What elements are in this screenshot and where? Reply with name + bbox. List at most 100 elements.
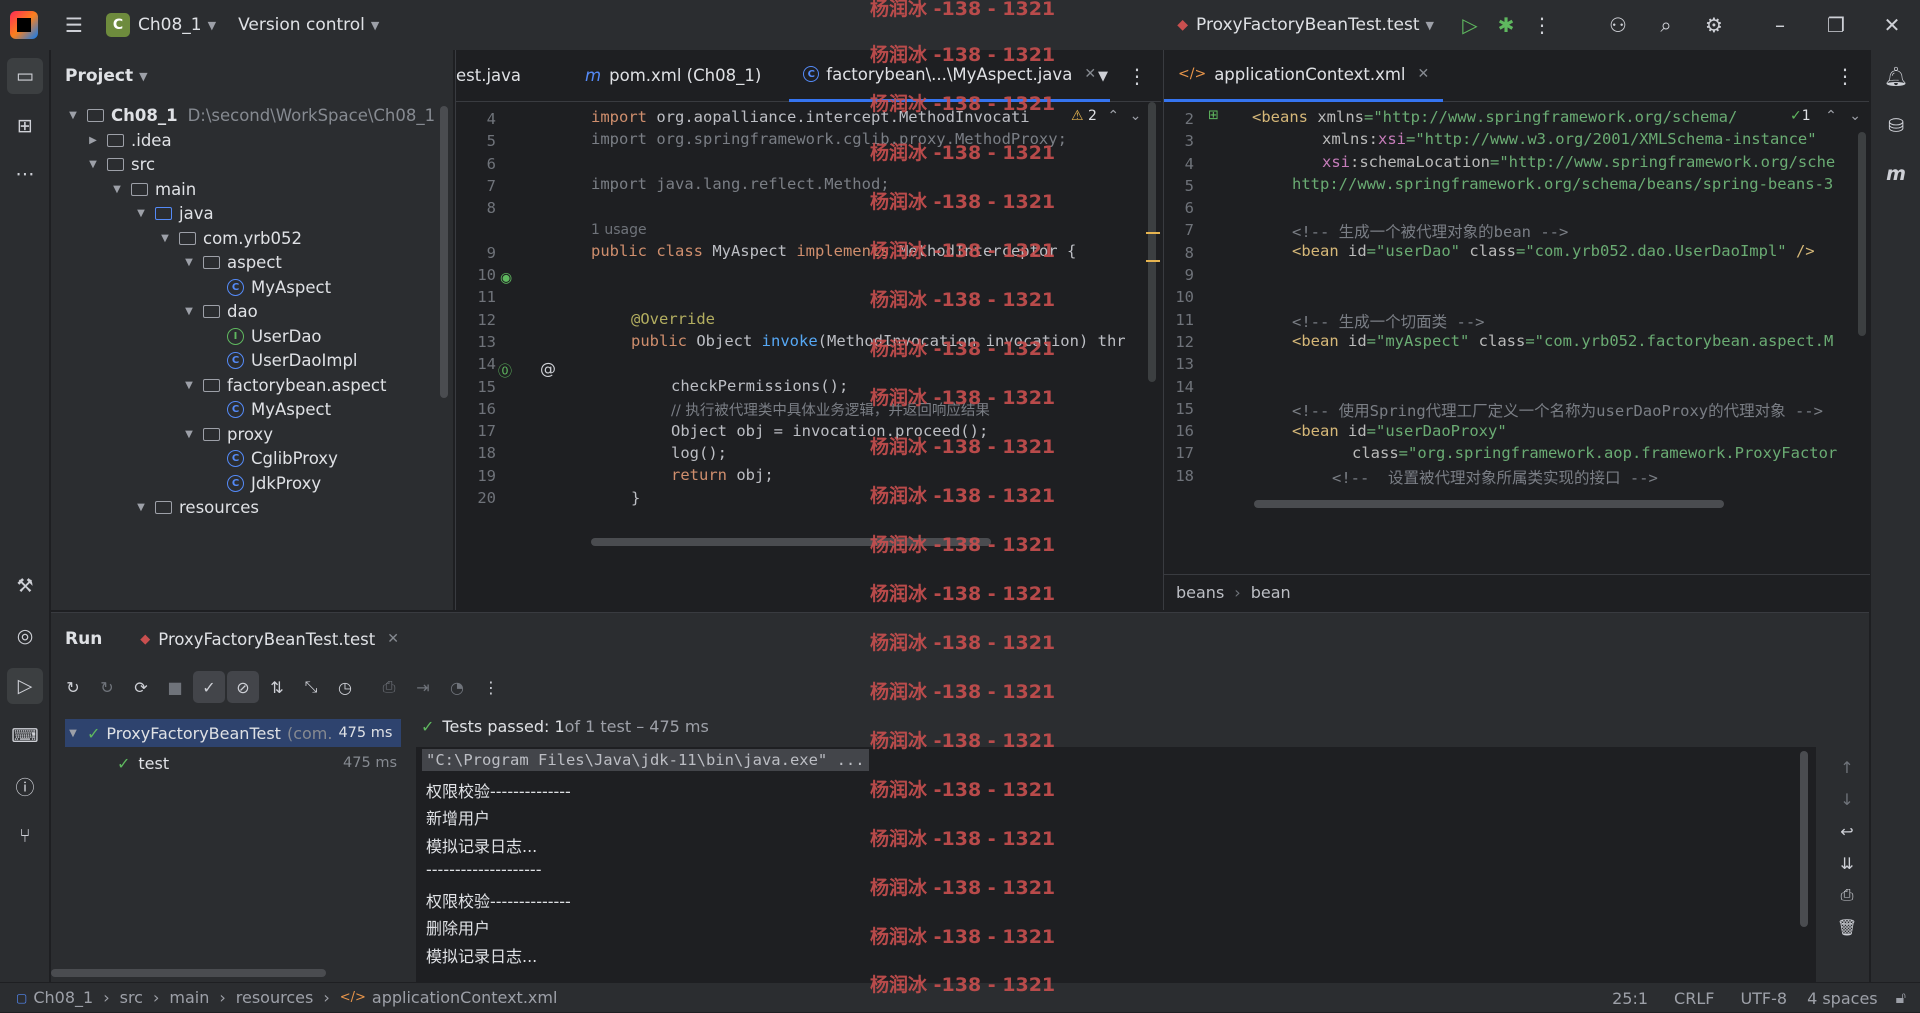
rerun-icon[interactable]: ↻ xyxy=(57,671,89,703)
editor-options-icon[interactable]: ⋮ xyxy=(1119,58,1155,94)
chevron-down-icon[interactable]: ▼ xyxy=(181,306,197,317)
chevron-down-icon[interactable]: ▼ xyxy=(181,257,197,268)
inspection-widget[interactable]: ✓1 ⌃ ⌄ xyxy=(1784,108,1862,124)
chevron-down-icon[interactable]: ▼ xyxy=(65,110,81,121)
database-icon[interactable]: ⛁ xyxy=(1878,108,1914,144)
caret-position[interactable]: 25:1 xyxy=(1612,989,1648,1008)
breadcrumb-item[interactable]: beans xyxy=(1176,583,1224,602)
more-icon[interactable]: ⋮ xyxy=(475,671,507,703)
toggle-auto-test-icon[interactable]: ⟳ xyxy=(125,671,157,703)
notifications-icon[interactable]: 🔔︎ xyxy=(1878,58,1914,94)
scroll-to-end-icon[interactable]: ⇊ xyxy=(1831,847,1863,879)
editor-right-hscrollbar[interactable] xyxy=(1254,500,1724,508)
editor-left-vscrollbar[interactable] xyxy=(1148,102,1156,382)
stop-icon[interactable]: ■ xyxy=(159,671,191,703)
indent-setting[interactable]: 4 spaces xyxy=(1807,989,1878,1008)
chevron-down-icon[interactable]: ⌄ xyxy=(1130,108,1142,124)
trash-icon[interactable]: 🗑︎ xyxy=(1831,911,1863,943)
run-tool-icon[interactable]: ▷ xyxy=(7,668,43,704)
status-crumb[interactable]: main xyxy=(169,988,209,1007)
console-line-command[interactable]: "C:\Program Files\Java\jdk-11\bin\java.e… xyxy=(422,749,869,771)
chevron-down-icon[interactable]: ▼ xyxy=(133,208,149,219)
terminal-tool-icon[interactable]: ⌨ xyxy=(7,718,43,754)
test-tree-root[interactable]: ▼ ✓ ProxyFactoryBeanTest (com. 475 ms xyxy=(65,719,401,747)
chevron-up-icon[interactable]: ⌃ xyxy=(1107,108,1119,124)
tab-test-java[interactable]: est.java xyxy=(456,50,535,102)
override-gutter-icon[interactable]: ⓪ xyxy=(498,361,512,381)
history-icon[interactable]: ◷ xyxy=(329,671,361,703)
run-config-selector[interactable]: ◆ ProxyFactoryBeanTest.test ▼ xyxy=(1169,9,1442,41)
maven-icon[interactable]: m xyxy=(1878,156,1914,192)
rerun-failed-icon[interactable]: ↻ xyxy=(91,671,123,703)
editor-options-icon[interactable]: ⋮ xyxy=(1827,58,1863,94)
lock-icon[interactable]: 🔓︎ xyxy=(1896,988,1906,1008)
warning-marker[interactable] xyxy=(1146,232,1160,234)
chevron-down-icon[interactable]: ▼ xyxy=(65,728,81,739)
main-menu-icon[interactable]: ☰ xyxy=(56,7,92,43)
import-icon[interactable]: ⇥ xyxy=(407,671,439,703)
debug-icon[interactable]: ✱ xyxy=(1488,7,1524,43)
build-tool-icon[interactable]: ⚒ xyxy=(7,568,43,604)
services-tool-icon[interactable]: ◎ xyxy=(7,618,43,654)
project-tool-icon[interactable]: ▭ xyxy=(7,58,43,94)
tab-myaspect-java[interactable]: Cfactorybean\...\MyAspect.java ✕ xyxy=(789,50,1111,102)
editor-right-body[interactable]: 2 3 4 5 6 7 8 9 10 11 12 13 14 15 16 17 … xyxy=(1164,102,1870,558)
scroll-down-icon[interactable]: ↓ xyxy=(1831,783,1863,815)
add-user-icon[interactable]: ⚇ xyxy=(1600,7,1636,43)
collapse-icon[interactable]: ⤡ xyxy=(295,671,327,703)
git-tool-icon[interactable]: ⑂ xyxy=(7,818,43,854)
inspection-widget[interactable]: ⚠ 2 ⌃ ⌄ xyxy=(1071,108,1141,124)
close-tab-icon[interactable]: ✕ xyxy=(1418,66,1430,82)
vcs-menu[interactable]: Version control ▼ xyxy=(230,9,387,41)
structure-tool-icon[interactable]: ⊞ xyxy=(7,108,43,144)
warning-marker[interactable] xyxy=(1146,260,1160,262)
project-scrollbar[interactable] xyxy=(440,106,448,398)
coverage-icon[interactable]: ◔ xyxy=(441,671,473,703)
annotation-gutter-icon[interactable]: @ xyxy=(540,359,556,378)
project-switcher[interactable]: C Ch08_1 ▼ xyxy=(98,9,224,41)
problems-tool-icon[interactable]: ⓘ xyxy=(7,768,43,804)
editor-right-vscrollbar[interactable] xyxy=(1858,132,1866,336)
console-vscrollbar[interactable] xyxy=(1800,751,1808,927)
restore-icon[interactable]: ❐ xyxy=(1808,7,1864,43)
app-logo-icon[interactable] xyxy=(10,11,38,39)
run-icon[interactable]: ▷ xyxy=(1452,7,1488,43)
implement-gutter-icon[interactable]: ◉ xyxy=(500,270,512,286)
sort-icon[interactable]: ⇅ xyxy=(261,671,293,703)
chevron-down-icon[interactable]: ▼ xyxy=(181,429,197,440)
editor-left-body[interactable]: 4 5 6 7 8 9 10 11 12 13 14 15 16 17 18 1… xyxy=(456,102,1162,610)
tab-list-icon[interactable]: ▼ xyxy=(1085,58,1121,94)
status-crumb[interactable]: resources xyxy=(236,988,314,1007)
editor-left-hscrollbar[interactable] xyxy=(591,538,991,546)
chevron-down-icon[interactable]: ▼ xyxy=(133,502,149,513)
chevron-down-icon[interactable]: ▼ xyxy=(85,159,101,170)
run-panel-title[interactable]: Run xyxy=(65,629,102,649)
search-icon[interactable]: ⌕ xyxy=(1648,7,1684,43)
tree-node-resources[interactable]: ▼ resources xyxy=(133,492,259,522)
run-tab[interactable]: ◆ ProxyFactoryBeanTest .test ✕ xyxy=(140,630,399,649)
status-crumb[interactable]: Ch08_1 xyxy=(33,988,93,1007)
show-ignored-icon[interactable]: ⊘ xyxy=(227,671,259,703)
status-crumb[interactable]: src xyxy=(120,988,143,1007)
chevron-down-icon[interactable]: ▼ xyxy=(181,380,197,391)
print-icon[interactable]: ⎙ xyxy=(1831,879,1863,911)
test-tree-child[interactable]: ✓ test 475 ms xyxy=(117,749,397,777)
line-separator[interactable]: CRLF xyxy=(1674,989,1714,1008)
status-crumb[interactable]: applicationContext.xml xyxy=(372,988,558,1007)
chevron-up-icon[interactable]: ⌃ xyxy=(1825,108,1837,124)
soft-wrap-icon[interactable]: ↩ xyxy=(1831,815,1863,847)
show-passed-icon[interactable]: ✓ xyxy=(193,671,225,703)
minimize-icon[interactable]: – xyxy=(1752,7,1808,43)
chevron-down-icon[interactable]: ▼ xyxy=(109,184,125,195)
file-encoding[interactable]: UTF-8 xyxy=(1740,989,1787,1008)
chevron-down-icon[interactable]: ▼ xyxy=(157,233,173,244)
settings-icon[interactable]: ⚙ xyxy=(1696,7,1732,43)
close-tab-icon[interactable]: ✕ xyxy=(387,631,399,647)
tab-pom-xml[interactable]: m pom.xml (Ch08_1) xyxy=(571,50,775,102)
console-output[interactable]: "C:\Program Files\Java\jdk-11\bin\java.e… xyxy=(416,747,1816,983)
more-tools-icon[interactable]: ⋯ xyxy=(7,156,43,192)
usage-hint[interactable]: 1 usage xyxy=(591,222,647,238)
more-actions-icon[interactable]: ⋮ xyxy=(1524,7,1560,43)
project-panel-header[interactable]: Project ▼ xyxy=(51,50,453,102)
chevron-right-icon[interactable]: ▶ xyxy=(85,135,101,146)
